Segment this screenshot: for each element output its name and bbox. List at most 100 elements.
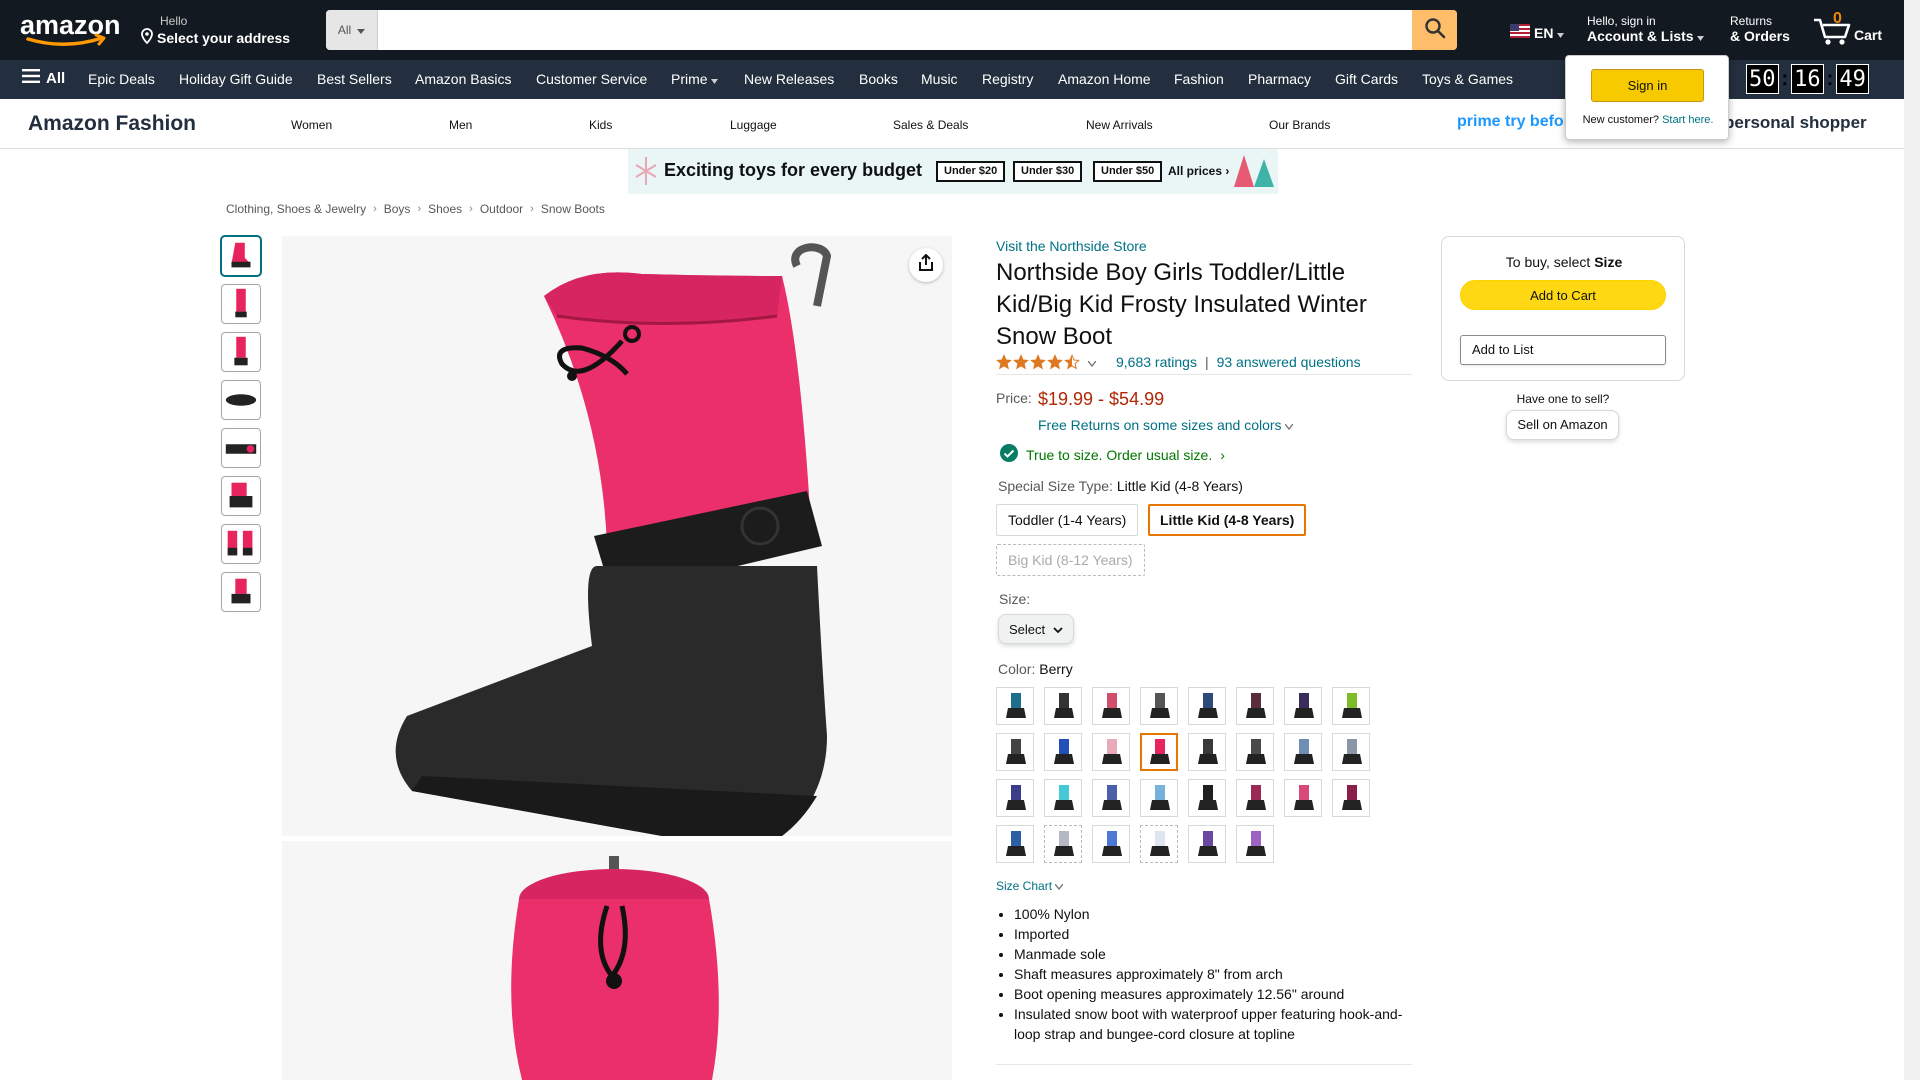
color-swatch[interactable] <box>1140 779 1178 817</box>
add-to-cart-button[interactable]: Add to Cart <box>1460 280 1666 310</box>
search-button[interactable] <box>1412 10 1457 50</box>
thumbnail-5[interactable] <box>221 428 261 468</box>
color-swatch[interactable] <box>1236 687 1274 725</box>
answered-questions-link[interactable]: 93 answered questions <box>1217 354 1361 370</box>
all-menu-button[interactable]: All <box>22 69 65 87</box>
fashion-nav-kids[interactable]: Kids <box>589 118 612 132</box>
fashion-nav-men[interactable]: Men <box>449 118 472 132</box>
promo-tag-under-30[interactable]: Under $30 <box>1013 161 1083 182</box>
color-swatch[interactable] <box>996 733 1034 771</box>
breadcrumb-item[interactable]: Boys <box>384 202 411 216</box>
color-swatch[interactable] <box>1092 779 1130 817</box>
breadcrumb-item[interactable]: Clothing, Shoes & Jewelry <box>226 202 366 216</box>
size-type-toddler[interactable]: Toddler (1-4 Years) <box>996 504 1139 536</box>
fit-recommendation[interactable]: True to size. Order usual size. › <box>1000 444 1225 465</box>
nav-item-pharmacy[interactable]: Pharmacy <box>1248 71 1311 87</box>
amazon-logo[interactable]: amazon <box>20 10 122 48</box>
size-type-little-kid[interactable]: Little Kid (4-8 Years) <box>1148 504 1307 536</box>
thumbnail-1[interactable] <box>221 236 261 276</box>
color-swatch[interactable] <box>1092 687 1130 725</box>
thumbnail-2[interactable] <box>221 284 261 324</box>
amazon-fashion-brand[interactable]: Amazon Fashion <box>28 112 196 136</box>
fashion-nav-luggage[interactable]: Luggage <box>730 118 777 132</box>
language-selector[interactable]: EN <box>1510 24 1565 41</box>
page-scrollbar[interactable] <box>1904 0 1920 1080</box>
fashion-nav-new-arrivals[interactable]: New Arrivals <box>1086 118 1153 132</box>
nav-item-toys-games[interactable]: Toys & Games <box>1422 71 1513 87</box>
size-chart-link[interactable]: Size Chart <box>996 879 1064 893</box>
fashion-nav-women[interactable]: Women <box>291 118 332 132</box>
main-product-image[interactable] <box>282 236 952 836</box>
nav-item-new-releases[interactable]: New Releases <box>744 71 834 87</box>
add-to-list-button[interactable]: Add to List <box>1460 335 1666 365</box>
color-swatch[interactable] <box>1188 687 1226 725</box>
color-swatch[interactable] <box>1140 733 1178 771</box>
deliver-to-location[interactable]: Hello Select your address <box>140 14 290 47</box>
color-swatch[interactable] <box>1284 687 1322 725</box>
color-swatch[interactable] <box>996 825 1034 863</box>
share-button[interactable] <box>909 248 943 282</box>
color-swatch[interactable] <box>1140 687 1178 725</box>
free-returns-link[interactable]: Free Returns on some sizes and colors <box>1038 417 1294 433</box>
sell-on-amazon-button[interactable]: Sell on Amazon <box>1506 410 1619 440</box>
fashion-nav-our-brands[interactable]: Our Brands <box>1269 118 1330 132</box>
visit-store-link[interactable]: Visit the Northside Store <box>996 238 1147 254</box>
prime-try-before-link[interactable]: prime try before <box>1457 113 1579 131</box>
nav-item-best-sellers[interactable]: Best Sellers <box>317 71 392 87</box>
color-swatch[interactable] <box>1284 779 1322 817</box>
color-swatch[interactable] <box>1236 825 1274 863</box>
nav-item-books[interactable]: Books <box>859 71 898 87</box>
promo-all-prices[interactable]: All prices › <box>1168 164 1229 178</box>
size-type-big-kid[interactable]: Big Kid (8-12 Years) <box>996 544 1145 576</box>
color-swatch[interactable] <box>1140 825 1178 863</box>
search-category-select[interactable]: All <box>326 10 378 50</box>
promo-banner[interactable]: Exciting toys for every budget Under $20… <box>628 149 1278 194</box>
star-rating[interactable] <box>996 354 1080 370</box>
breadcrumb-item[interactable]: Shoes <box>428 202 462 216</box>
color-swatch[interactable] <box>1332 733 1370 771</box>
color-swatch[interactable] <box>1092 733 1130 771</box>
color-swatch[interactable] <box>1044 779 1082 817</box>
promo-tag-under-50[interactable]: Under $50 <box>1093 161 1163 182</box>
nav-item-epic-deals[interactable]: Epic Deals <box>88 71 155 87</box>
color-swatch[interactable] <box>1236 733 1274 771</box>
nav-item-prime[interactable]: Prime <box>671 71 719 87</box>
color-swatch[interactable] <box>1044 733 1082 771</box>
color-swatch[interactable] <box>1332 687 1370 725</box>
account-lists-menu[interactable]: Hello, sign in Account & Lists <box>1587 14 1705 44</box>
nav-item-gift-cards[interactable]: Gift Cards <box>1335 71 1398 87</box>
personal-shopper-link[interactable]: personal shopper <box>1724 113 1867 133</box>
color-swatch[interactable] <box>1044 687 1082 725</box>
color-swatch[interactable] <box>1188 825 1226 863</box>
popover-signin-button[interactable]: Sign in <box>1591 69 1704 102</box>
thumbnail-7[interactable] <box>221 524 261 564</box>
nav-item-amazon-home[interactable]: Amazon Home <box>1058 71 1151 87</box>
nav-item-customer-service[interactable]: Customer Service <box>536 71 647 87</box>
color-swatch[interactable] <box>996 779 1034 817</box>
secondary-product-image[interactable] <box>282 841 952 1080</box>
color-swatch[interactable] <box>1092 825 1130 863</box>
promo-tag-under-20[interactable]: Under $20 <box>936 161 1006 182</box>
cart-button[interactable]: 0 Cart <box>1812 10 1912 50</box>
color-swatch[interactable] <box>1236 779 1274 817</box>
thumbnail-6[interactable] <box>221 476 261 516</box>
color-swatch[interactable] <box>1188 779 1226 817</box>
color-swatch[interactable] <box>996 687 1034 725</box>
nav-item-fashion[interactable]: Fashion <box>1174 71 1224 87</box>
color-swatch[interactable] <box>1284 733 1322 771</box>
color-swatch[interactable] <box>1044 825 1082 863</box>
color-swatch[interactable] <box>1332 779 1370 817</box>
ratings-count-link[interactable]: 9,683 ratings <box>1116 354 1197 370</box>
fashion-nav-sales-deals[interactable]: Sales & Deals <box>893 118 968 132</box>
nav-item-registry[interactable]: Registry <box>982 71 1033 87</box>
returns-orders-link[interactable]: Returns & Orders <box>1730 14 1790 44</box>
thumbnail-4[interactable] <box>221 380 261 420</box>
breadcrumb-item[interactable]: Outdoor <box>480 202 523 216</box>
nav-item-amazon-basics[interactable]: Amazon Basics <box>415 71 511 87</box>
size-select-dropdown[interactable]: Select <box>998 614 1074 644</box>
nav-item-holiday-gift-guide[interactable]: Holiday Gift Guide <box>179 71 293 87</box>
breadcrumb-item[interactable]: Snow Boots <box>541 202 605 216</box>
thumbnail-3[interactable] <box>221 332 261 372</box>
start-here-link[interactable]: Start here. <box>1662 114 1713 126</box>
color-swatch[interactable] <box>1188 733 1226 771</box>
